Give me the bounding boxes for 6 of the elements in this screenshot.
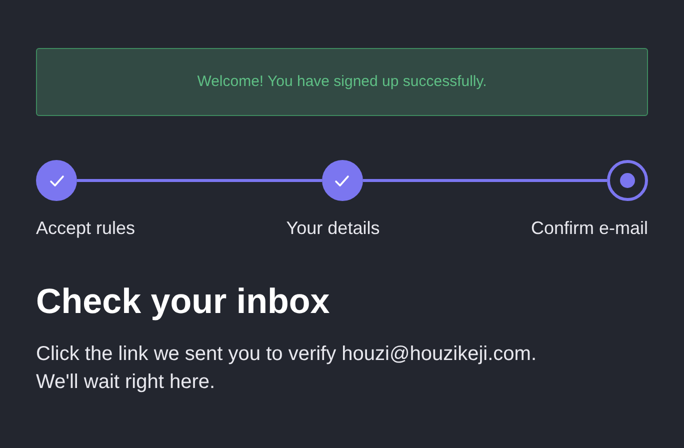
step-label: Your details: [286, 217, 380, 240]
instructions-text: Click the link we sent you to verify houzi@houzikeji.com. We'll wait right here.: [36, 342, 538, 395]
step-label: Accept rules: [36, 217, 136, 240]
page-heading: Check your inbox: [36, 281, 331, 323]
alert-text: Welcome! You have signed up successfully.: [197, 72, 487, 92]
step-label: Confirm e-mail: [530, 217, 648, 240]
